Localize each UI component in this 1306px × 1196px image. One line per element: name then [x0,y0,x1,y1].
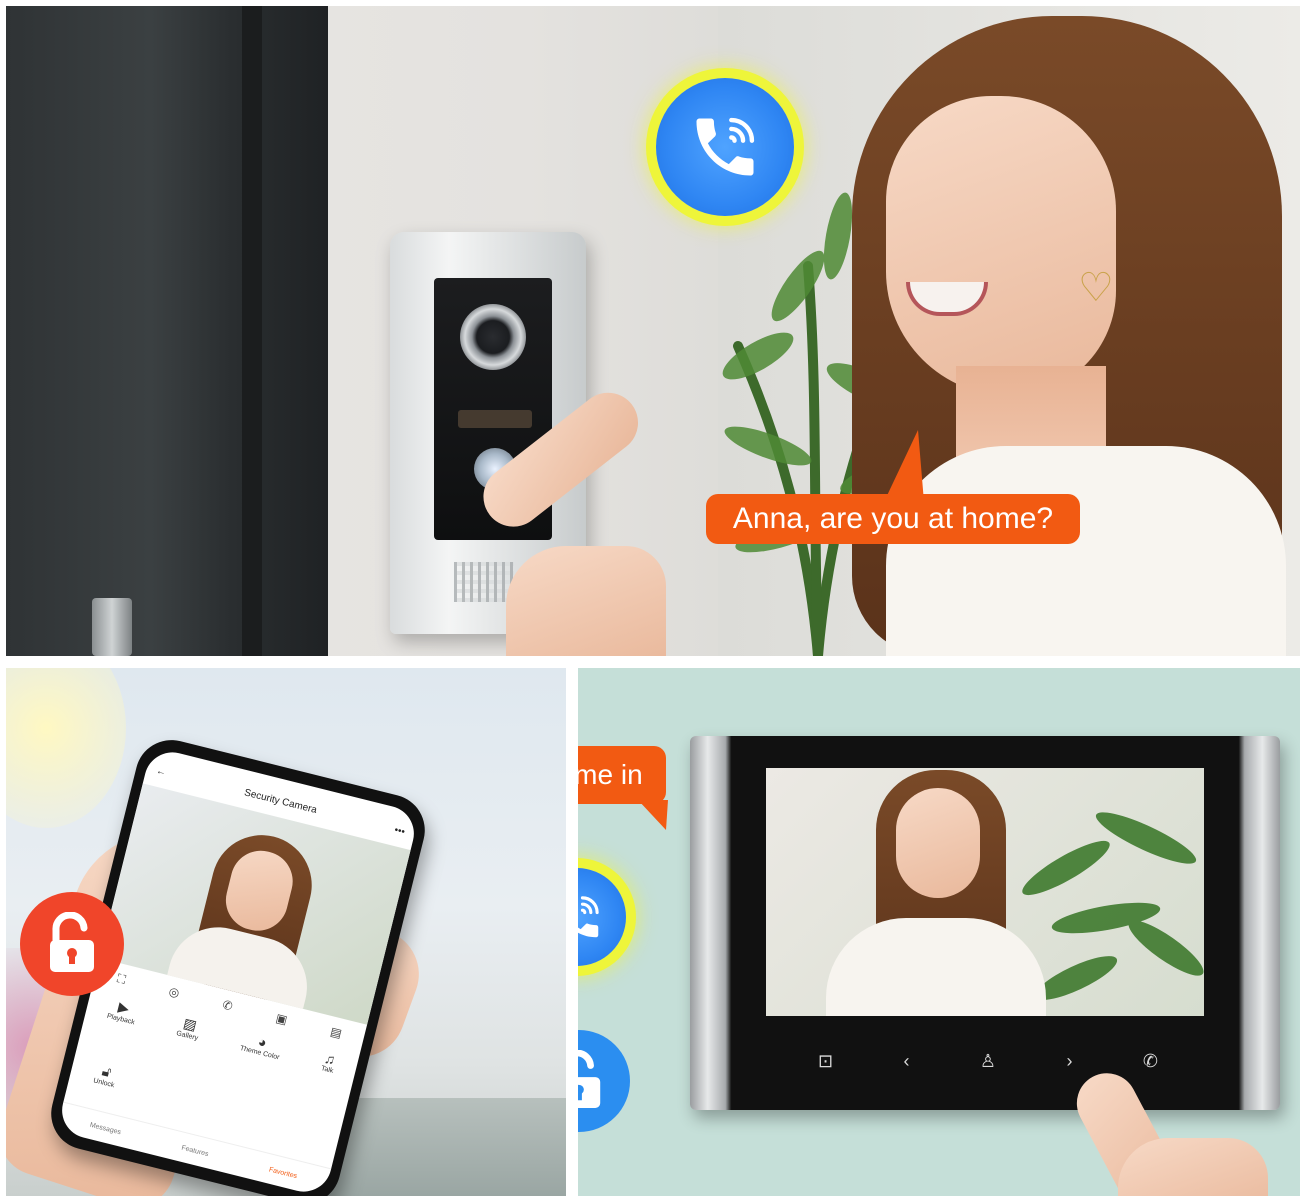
monitor-chevron-left-icon[interactable]: ‹ [904,1051,910,1072]
woman-face [886,96,1116,396]
top-photo-panel: ♡ Anna, are you at home? [6,6,1300,656]
smartphone-app-panel: ← Security Camera ••• ⛶ ◎ ✆ ▣ ▤ ▶ Playbac… [6,668,566,1196]
monitor-phone-icon[interactable]: ✆ [1143,1051,1158,1072]
door-frame [242,6,262,656]
woman-top [886,446,1286,656]
doorbell-camera-lens [460,304,526,370]
monitor-screen [766,768,1204,1016]
feature-playback[interactable]: ▶ Playback [97,996,139,1061]
talk-icon[interactable]: ✆ [221,997,234,1013]
sd-icon[interactable]: ▤ [329,1024,343,1040]
doorbell-speaker-grille [454,562,514,602]
feature-gallery[interactable]: ▨ Gallery [167,1014,203,1078]
door-handle [92,598,132,656]
screen-woman-face [896,788,980,898]
monitor-chevron-right-icon[interactable]: › [1066,1051,1072,1072]
speech-bubble-reply: Yes, come in [578,746,666,804]
feature-unlock[interactable]: 🔓︎ Unlock [93,1061,120,1089]
feature-talk[interactable]: ♫ Talk [311,1050,338,1111]
speech-bubble-anna: Anna, are you at home? [706,494,1080,544]
record-icon[interactable]: ▣ [274,1011,288,1027]
open-padlock-icon [50,912,94,972]
monitor-button-bar: ⊡ ‹ ♙ › ✆ [818,1046,1158,1076]
front-door [6,6,328,656]
blurred-sky-glow [6,668,126,828]
tab-favorites[interactable]: Favorites [268,1166,298,1180]
tab-features[interactable]: Features [181,1144,209,1157]
hand [506,546,666,656]
open-padlock-icon [578,1050,601,1108]
more-icon[interactable]: ••• [391,818,407,846]
speech-bubble-tail [884,430,924,502]
phone-ringing-icon [578,896,599,938]
indoor-monitor-panel: Yes, come in ⊡ ‹ ♙ › ✆ [578,668,1300,1196]
screenshot-icon[interactable]: ◎ [167,984,181,1000]
back-arrow-icon[interactable]: ← [153,759,169,787]
feature-theme-color[interactable]: ◕ Theme Color [230,1029,284,1097]
tab-messages[interactable]: Messages [89,1121,122,1136]
doorbell-ir-leds [458,410,532,428]
hand-monitor [1118,1138,1268,1196]
fullscreen-icon[interactable]: ⛶ [116,971,128,988]
heart-earring: ♡ [1078,266,1114,310]
screen-woman-top [826,918,1046,1016]
reply-bubble-tail [638,800,668,830]
phone-ringing-icon [696,117,755,176]
monitor-unlock-icon[interactable]: ⊡ [818,1051,833,1072]
monitor-person-icon[interactable]: ♙ [980,1051,996,1072]
